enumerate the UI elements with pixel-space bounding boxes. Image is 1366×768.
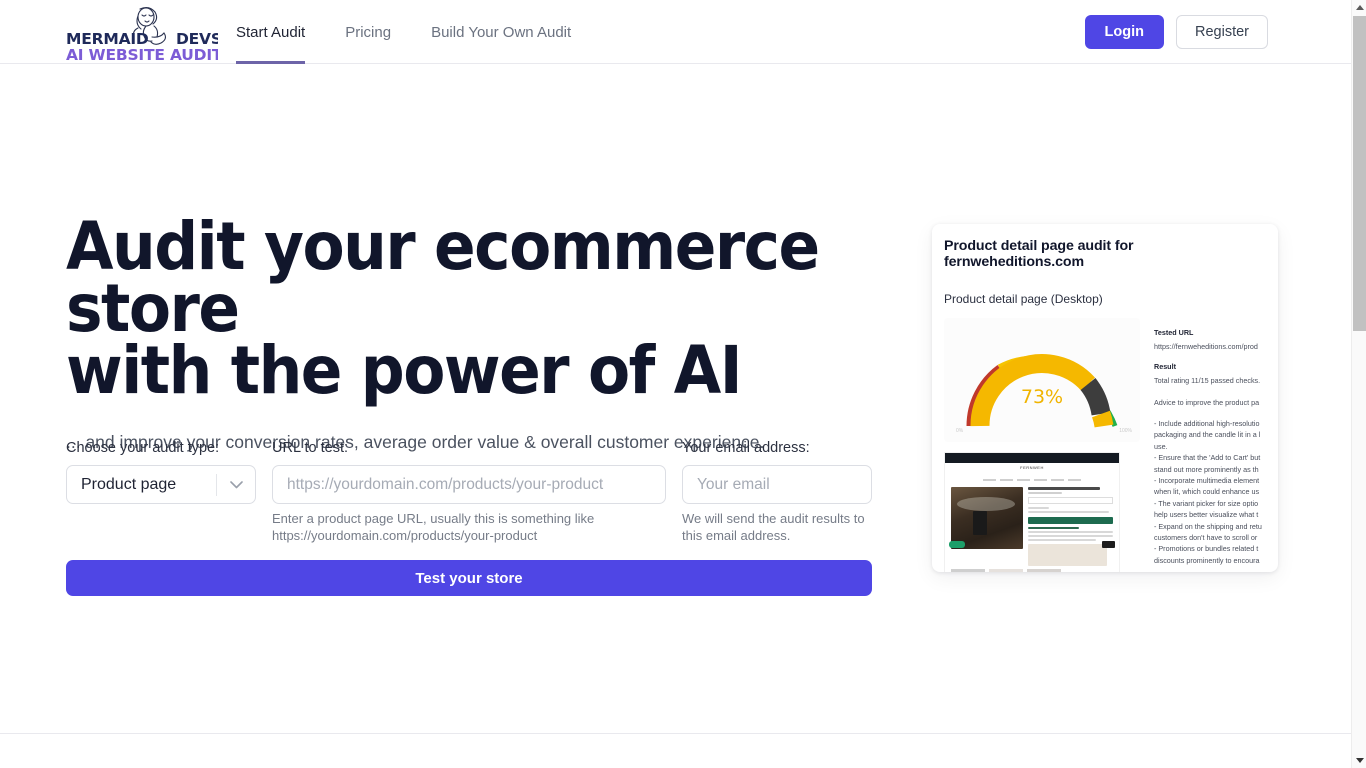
nav-item-start-audit[interactable]: Start Audit	[236, 0, 325, 64]
nav-item-pricing[interactable]: Pricing	[325, 0, 411, 64]
audit-form: Choose your audit type: Product page URL…	[66, 440, 876, 544]
advice-line: - Expand on the shipping and retu	[1154, 521, 1262, 531]
preview-title: Product detail page audit for fernwehedi…	[944, 238, 1134, 270]
thumbnail-badge-right	[1102, 541, 1115, 548]
gauge-svg	[966, 354, 1118, 428]
caret-down-icon[interactable]	[1352, 753, 1366, 768]
audit-type-value: Product page	[81, 475, 177, 493]
advice-line: stand out more prominently as th	[1154, 464, 1259, 474]
headline-line-2: with the power of AI	[66, 332, 743, 409]
email-input[interactable]	[682, 465, 872, 504]
thumbnail-brand-label: FERNWEH	[1020, 465, 1044, 470]
advice-intro: Advice to improve the product pa	[1154, 398, 1260, 407]
site-screenshot-thumbnail: FERNWEH	[944, 452, 1120, 572]
section-divider	[0, 733, 1351, 734]
thumbnail-product-info	[1028, 487, 1113, 566]
advice-line: discounts prominently to encoura	[1154, 555, 1260, 565]
url-help-text: Enter a product page URL, usually this i…	[272, 511, 595, 543]
thumbnail-site-header	[945, 453, 1119, 463]
advice-line: - Include additional high-resolutio	[1154, 419, 1260, 428]
gauge-min-label: 0%	[956, 428, 964, 434]
email-label: Your email address:	[682, 440, 810, 456]
scrollbar-thumb[interactable]	[1353, 16, 1366, 331]
result-value: Total rating 11/15 passed checks.	[1154, 376, 1261, 385]
advice-line: use.	[1154, 441, 1168, 451]
thumbnail-brand: FERNWEH	[945, 463, 1119, 476]
svg-text:AI WEBSITE AUDIT: AI WEBSITE AUDIT	[66, 46, 218, 62]
gauge-value: 73%	[1020, 386, 1064, 408]
page-title: Audit your ecommerce store with the powe…	[66, 214, 820, 404]
thumbnail-product-photo	[951, 487, 1023, 549]
score-gauge: 73% 0% 100%	[944, 318, 1140, 442]
gauge-max-label: 100%	[1119, 428, 1132, 434]
advice-line: - Ensure that the 'Add to Cart' but	[1154, 453, 1261, 463]
thumbnail-main	[945, 483, 1119, 566]
header-actions: Login Register	[1084, 15, 1268, 49]
tested-url-heading: Tested URL	[1154, 328, 1194, 337]
result-heading: Result	[1154, 362, 1176, 371]
thumbnail-badge-left	[949, 541, 965, 548]
email-help-text: We will send the audit results to this e…	[682, 511, 865, 543]
preview-subtitle: Product detail page (Desktop)	[944, 292, 1103, 306]
nav-item-build-your-own-audit[interactable]: Build Your Own Audit	[411, 0, 591, 64]
audit-type-field: Choose your audit type: Product page	[66, 440, 256, 544]
preview-body: 73% 0% 100% FERNWEH Tested URL https://f…	[944, 318, 1266, 572]
advice-line: customers don't have to scroll or	[1154, 533, 1258, 543]
advice-line: help users better visualize what t	[1154, 510, 1259, 520]
page-scrollbar[interactable]	[1351, 0, 1366, 768]
advice-list: - Include additional high-resolutio pack…	[1154, 418, 1266, 566]
preview-right-column: Tested URL https://fernweheditions.com/p…	[1154, 318, 1266, 572]
advice-line: - Promotions or bundles related t	[1154, 544, 1259, 554]
register-button[interactable]: Register	[1176, 15, 1268, 49]
thumbnail-gallery	[945, 566, 1119, 572]
preview-left-column: 73% 0% 100% FERNWEH	[944, 318, 1140, 572]
audit-type-select[interactable]: Product page	[66, 465, 256, 504]
audit-preview-card: Product detail page audit for fernwehedi…	[932, 224, 1278, 572]
url-field: URL to test: Enter a product page URL, u…	[272, 440, 666, 544]
thumbnail-add-to-cart	[1028, 517, 1113, 524]
login-button[interactable]: Login	[1084, 15, 1164, 49]
logo[interactable]: MERMAID DEVS AI WEBSITE AUDIT	[66, 4, 218, 62]
nav-item-label: Start Audit	[236, 23, 306, 41]
test-your-store-button[interactable]: Test your store	[66, 560, 872, 596]
advice-line: packaging and the candle lit in a l	[1154, 430, 1261, 440]
url-label: URL to test:	[272, 440, 349, 456]
advice-line: - Incorporate multimedia element	[1154, 476, 1260, 486]
nav-item-label: Build Your Own Audit	[431, 23, 572, 41]
nav-item-label: Pricing	[345, 23, 392, 41]
site-header: MERMAID DEVS AI WEBSITE AUDIT Start Audi…	[0, 0, 1351, 64]
chevron-down-icon[interactable]	[217, 480, 255, 489]
audit-type-label: Choose your audit type:	[66, 440, 220, 456]
main-nav: Start Audit Pricing Build Your Own Audit	[236, 0, 591, 64]
caret-up-icon[interactable]	[1352, 0, 1366, 15]
advice-line: when lit, which could enhance us	[1154, 487, 1260, 497]
headline-line-1: Audit your ecommerce store	[66, 208, 820, 347]
url-input[interactable]	[272, 465, 666, 504]
email-field: Your email address: We will send the aud…	[682, 440, 872, 544]
hero-section: Audit your ecommerce store with the powe…	[66, 214, 876, 454]
advice-line: - The variant picker for size optio	[1154, 498, 1259, 508]
tested-url-value: https://fernweheditions.com/prod	[1154, 342, 1258, 351]
thumbnail-nav	[945, 476, 1119, 483]
